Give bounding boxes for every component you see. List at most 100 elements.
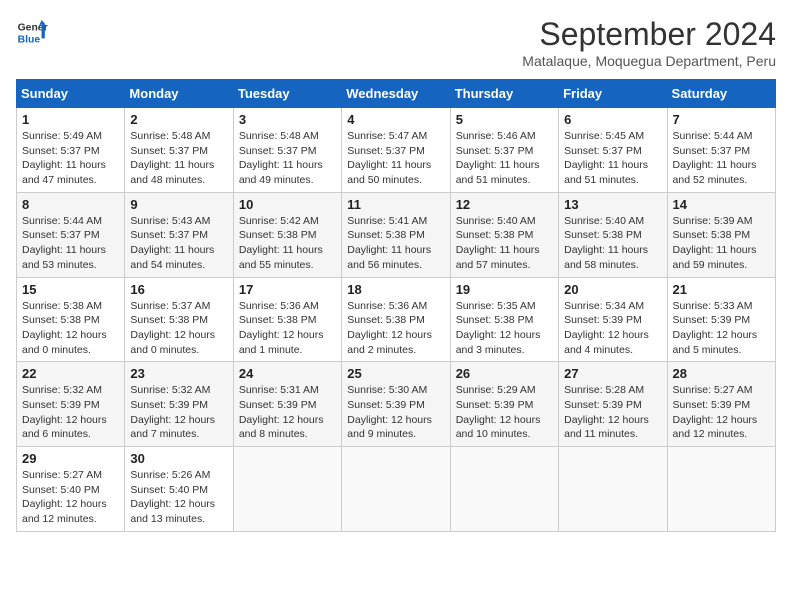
calendar-cell: 17 Sunrise: 5:36 AM Sunset: 5:38 PM Dayl… — [233, 277, 341, 362]
day-info: Sunrise: 5:43 AM Sunset: 5:37 PM Dayligh… — [130, 214, 227, 273]
calendar-cell: 26 Sunrise: 5:29 AM Sunset: 5:39 PM Dayl… — [450, 362, 558, 447]
calendar-cell: 10 Sunrise: 5:42 AM Sunset: 5:38 PM Dayl… — [233, 192, 341, 277]
day-number: 25 — [347, 366, 444, 381]
day-number: 1 — [22, 112, 119, 127]
day-info: Sunrise: 5:38 AM Sunset: 5:38 PM Dayligh… — [22, 299, 119, 358]
calendar-cell — [559, 447, 667, 532]
column-header-tuesday: Tuesday — [233, 80, 341, 108]
day-number: 6 — [564, 112, 661, 127]
calendar-week-1: 1 Sunrise: 5:49 AM Sunset: 5:37 PM Dayli… — [17, 108, 776, 193]
calendar-cell: 29 Sunrise: 5:27 AM Sunset: 5:40 PM Dayl… — [17, 447, 125, 532]
day-number: 26 — [456, 366, 553, 381]
day-number: 16 — [130, 282, 227, 297]
calendar-cell — [233, 447, 341, 532]
day-number: 11 — [347, 197, 444, 212]
day-info: Sunrise: 5:39 AM Sunset: 5:38 PM Dayligh… — [673, 214, 770, 273]
calendar-week-3: 15 Sunrise: 5:38 AM Sunset: 5:38 PM Dayl… — [17, 277, 776, 362]
day-number: 10 — [239, 197, 336, 212]
day-info: Sunrise: 5:42 AM Sunset: 5:38 PM Dayligh… — [239, 214, 336, 273]
day-number: 12 — [456, 197, 553, 212]
day-number: 7 — [673, 112, 770, 127]
day-number: 4 — [347, 112, 444, 127]
calendar-cell: 4 Sunrise: 5:47 AM Sunset: 5:37 PM Dayli… — [342, 108, 450, 193]
day-info: Sunrise: 5:27 AM Sunset: 5:40 PM Dayligh… — [22, 468, 119, 527]
calendar-cell: 23 Sunrise: 5:32 AM Sunset: 5:39 PM Dayl… — [125, 362, 233, 447]
column-header-wednesday: Wednesday — [342, 80, 450, 108]
day-number: 15 — [22, 282, 119, 297]
calendar-cell: 13 Sunrise: 5:40 AM Sunset: 5:38 PM Dayl… — [559, 192, 667, 277]
day-number: 24 — [239, 366, 336, 381]
day-number: 19 — [456, 282, 553, 297]
day-info: Sunrise: 5:49 AM Sunset: 5:37 PM Dayligh… — [22, 129, 119, 188]
day-number: 3 — [239, 112, 336, 127]
day-info: Sunrise: 5:36 AM Sunset: 5:38 PM Dayligh… — [239, 299, 336, 358]
day-number: 2 — [130, 112, 227, 127]
calendar-cell: 11 Sunrise: 5:41 AM Sunset: 5:38 PM Dayl… — [342, 192, 450, 277]
calendar-cell: 18 Sunrise: 5:36 AM Sunset: 5:38 PM Dayl… — [342, 277, 450, 362]
day-info: Sunrise: 5:32 AM Sunset: 5:39 PM Dayligh… — [22, 383, 119, 442]
day-number: 18 — [347, 282, 444, 297]
calendar-cell: 5 Sunrise: 5:46 AM Sunset: 5:37 PM Dayli… — [450, 108, 558, 193]
title-block: September 2024 Matalaque, Moquegua Depar… — [522, 16, 776, 69]
day-info: Sunrise: 5:40 AM Sunset: 5:38 PM Dayligh… — [456, 214, 553, 273]
day-number: 20 — [564, 282, 661, 297]
day-info: Sunrise: 5:28 AM Sunset: 5:39 PM Dayligh… — [564, 383, 661, 442]
column-header-monday: Monday — [125, 80, 233, 108]
day-info: Sunrise: 5:48 AM Sunset: 5:37 PM Dayligh… — [239, 129, 336, 188]
calendar-cell: 12 Sunrise: 5:40 AM Sunset: 5:38 PM Dayl… — [450, 192, 558, 277]
calendar-cell: 28 Sunrise: 5:27 AM Sunset: 5:39 PM Dayl… — [667, 362, 775, 447]
day-info: Sunrise: 5:44 AM Sunset: 5:37 PM Dayligh… — [673, 129, 770, 188]
day-info: Sunrise: 5:30 AM Sunset: 5:39 PM Dayligh… — [347, 383, 444, 442]
calendar-week-5: 29 Sunrise: 5:27 AM Sunset: 5:40 PM Dayl… — [17, 447, 776, 532]
day-number: 17 — [239, 282, 336, 297]
day-info: Sunrise: 5:27 AM Sunset: 5:39 PM Dayligh… — [673, 383, 770, 442]
calendar-week-2: 8 Sunrise: 5:44 AM Sunset: 5:37 PM Dayli… — [17, 192, 776, 277]
logo-icon: General Blue — [16, 16, 48, 48]
calendar-cell: 1 Sunrise: 5:49 AM Sunset: 5:37 PM Dayli… — [17, 108, 125, 193]
day-info: Sunrise: 5:41 AM Sunset: 5:38 PM Dayligh… — [347, 214, 444, 273]
calendar-cell: 9 Sunrise: 5:43 AM Sunset: 5:37 PM Dayli… — [125, 192, 233, 277]
day-info: Sunrise: 5:34 AM Sunset: 5:39 PM Dayligh… — [564, 299, 661, 358]
calendar-table: SundayMondayTuesdayWednesdayThursdayFrid… — [16, 79, 776, 532]
calendar-cell: 27 Sunrise: 5:28 AM Sunset: 5:39 PM Dayl… — [559, 362, 667, 447]
logo: General Blue — [16, 16, 48, 48]
day-number: 29 — [22, 451, 119, 466]
day-number: 30 — [130, 451, 227, 466]
day-info: Sunrise: 5:44 AM Sunset: 5:37 PM Dayligh… — [22, 214, 119, 273]
calendar-cell: 6 Sunrise: 5:45 AM Sunset: 5:37 PM Dayli… — [559, 108, 667, 193]
day-number: 8 — [22, 197, 119, 212]
day-number: 9 — [130, 197, 227, 212]
calendar-week-4: 22 Sunrise: 5:32 AM Sunset: 5:39 PM Dayl… — [17, 362, 776, 447]
day-number: 14 — [673, 197, 770, 212]
calendar-cell: 2 Sunrise: 5:48 AM Sunset: 5:37 PM Dayli… — [125, 108, 233, 193]
day-info: Sunrise: 5:48 AM Sunset: 5:37 PM Dayligh… — [130, 129, 227, 188]
calendar-cell — [667, 447, 775, 532]
calendar-cell: 19 Sunrise: 5:35 AM Sunset: 5:38 PM Dayl… — [450, 277, 558, 362]
day-number: 28 — [673, 366, 770, 381]
column-header-saturday: Saturday — [667, 80, 775, 108]
day-info: Sunrise: 5:35 AM Sunset: 5:38 PM Dayligh… — [456, 299, 553, 358]
day-info: Sunrise: 5:26 AM Sunset: 5:40 PM Dayligh… — [130, 468, 227, 527]
day-info: Sunrise: 5:29 AM Sunset: 5:39 PM Dayligh… — [456, 383, 553, 442]
page-header: General Blue September 2024 Matalaque, M… — [16, 16, 776, 69]
month-title: September 2024 — [522, 16, 776, 53]
day-info: Sunrise: 5:33 AM Sunset: 5:39 PM Dayligh… — [673, 299, 770, 358]
calendar-cell: 24 Sunrise: 5:31 AM Sunset: 5:39 PM Dayl… — [233, 362, 341, 447]
calendar-cell — [342, 447, 450, 532]
day-number: 21 — [673, 282, 770, 297]
column-header-thursday: Thursday — [450, 80, 558, 108]
column-header-sunday: Sunday — [17, 80, 125, 108]
calendar-cell: 20 Sunrise: 5:34 AM Sunset: 5:39 PM Dayl… — [559, 277, 667, 362]
svg-text:Blue: Blue — [18, 34, 41, 45]
calendar-cell — [450, 447, 558, 532]
calendar-cell: 22 Sunrise: 5:32 AM Sunset: 5:39 PM Dayl… — [17, 362, 125, 447]
day-info: Sunrise: 5:36 AM Sunset: 5:38 PM Dayligh… — [347, 299, 444, 358]
day-number: 5 — [456, 112, 553, 127]
day-info: Sunrise: 5:45 AM Sunset: 5:37 PM Dayligh… — [564, 129, 661, 188]
calendar-cell: 7 Sunrise: 5:44 AM Sunset: 5:37 PM Dayli… — [667, 108, 775, 193]
calendar-cell: 8 Sunrise: 5:44 AM Sunset: 5:37 PM Dayli… — [17, 192, 125, 277]
day-number: 23 — [130, 366, 227, 381]
calendar-cell: 16 Sunrise: 5:37 AM Sunset: 5:38 PM Dayl… — [125, 277, 233, 362]
calendar-header-row: SundayMondayTuesdayWednesdayThursdayFrid… — [17, 80, 776, 108]
day-info: Sunrise: 5:32 AM Sunset: 5:39 PM Dayligh… — [130, 383, 227, 442]
